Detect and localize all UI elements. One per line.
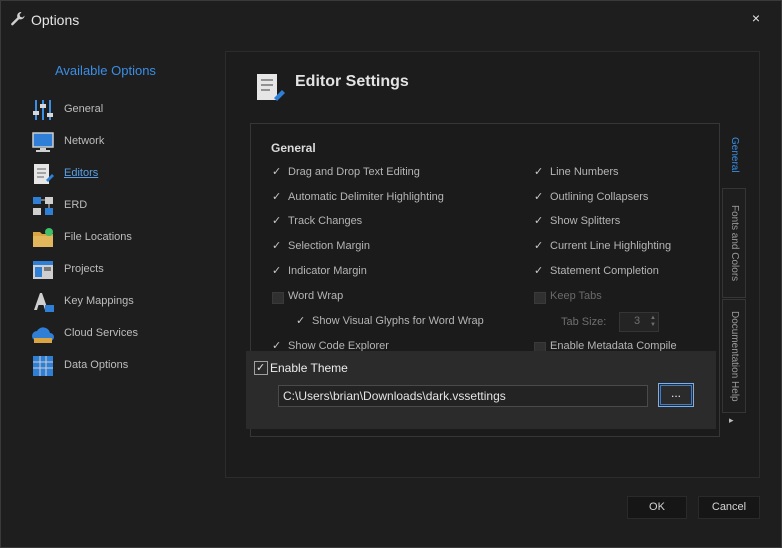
option-label: Track Changes xyxy=(288,215,363,227)
sidebar-item-label: File Locations xyxy=(64,231,132,243)
tab-general[interactable]: General xyxy=(722,123,746,187)
sidebar-item-label: Network xyxy=(64,135,105,147)
tab-scroll-arrow-icon[interactable]: ▸ xyxy=(729,415,734,426)
sidebar-item-label: Projects xyxy=(64,263,104,275)
check-icon: ✓ xyxy=(534,166,544,178)
group-title: General xyxy=(271,141,316,155)
document-icon xyxy=(34,164,54,184)
sidebar-item-projects[interactable]: Projects xyxy=(31,256,201,284)
spin-up-icon[interactable]: ▲ xyxy=(650,315,656,321)
title-bar: Options × xyxy=(1,1,781,39)
option-label: Show Splitters xyxy=(550,215,621,227)
sidebar-item-editors[interactable]: Editors xyxy=(31,160,201,188)
editor-settings-icon xyxy=(257,74,285,101)
check-icon: ✓ xyxy=(272,166,282,178)
projects-icon xyxy=(33,261,53,279)
ok-button[interactable]: OK xyxy=(627,496,687,519)
theme-panel: ✓ Enable Theme C:\Users\brian\Downloads\… xyxy=(246,351,716,429)
window-title: Options xyxy=(31,12,80,28)
check-icon: ✓ xyxy=(296,315,306,327)
check-icon: ✓ xyxy=(272,265,282,277)
option-label: Word Wrap xyxy=(288,290,344,302)
check-icon: ✓ xyxy=(272,215,282,227)
sidebar-item-file-locations[interactable]: File Locations xyxy=(31,224,201,252)
check-icon: ✓ xyxy=(534,265,544,277)
tab-fonts-and-colors[interactable]: Fonts and Colors xyxy=(722,188,746,298)
option-label: Show Visual Glyphs for Word Wrap xyxy=(312,315,484,327)
option-label: Line Numbers xyxy=(550,166,619,178)
wrench-icon xyxy=(11,12,25,26)
option-label: Indicator Margin xyxy=(288,265,367,277)
sidebar-item-key-mappings[interactable]: Key Mappings xyxy=(31,288,201,316)
option-label: Automatic Delimiter Highlighting xyxy=(288,191,444,203)
monitor-icon xyxy=(32,132,54,152)
tab-label: General xyxy=(729,137,740,173)
option-label: Outlining Collapsers xyxy=(550,191,649,203)
theme-path-field[interactable]: C:\Users\brian\Downloads\dark.vssettings xyxy=(278,385,648,407)
tab-documentation-help[interactable]: Documentation Help xyxy=(722,299,746,413)
sidebar-item-label: Cloud Services xyxy=(64,327,138,339)
check-icon: ✓ xyxy=(256,362,266,374)
checkbox-unchecked xyxy=(272,292,284,304)
grid-icon xyxy=(33,356,53,376)
sidebar-item-network[interactable]: Network xyxy=(31,128,201,156)
sidebar-item-general[interactable]: General xyxy=(31,96,201,124)
folder-icon xyxy=(33,228,53,247)
sidebar-item-cloud-services[interactable]: Cloud Services xyxy=(31,320,201,348)
option-label: Current Line Highlighting xyxy=(550,240,672,252)
check-icon: ✓ xyxy=(272,240,282,252)
option-label: Selection Margin xyxy=(288,240,370,252)
sidebar-item-label: Editors xyxy=(64,167,99,179)
spin-down-icon[interactable]: ▼ xyxy=(650,322,656,328)
sidebar-item-label: ERD xyxy=(64,199,88,211)
cloud-icon xyxy=(32,327,54,343)
theme-path-value: C:\Users\brian\Downloads\dark.vssettings xyxy=(283,389,506,403)
tab-size-stepper[interactable]: 3 ▲ ▼ xyxy=(619,312,659,332)
check-icon: ✓ xyxy=(272,191,282,203)
options-dialog: Options × Available Options General Netw… xyxy=(0,0,782,548)
option-label: Statement Completion xyxy=(550,265,659,277)
enable-theme-checkbox[interactable]: ✓ xyxy=(254,361,268,375)
tab-size-label: Tab Size: xyxy=(561,316,607,328)
sidebar-item-label: Data Options xyxy=(64,359,129,371)
options-sidebar: Available Options General Network Editor… xyxy=(17,51,207,471)
keyboard-icon xyxy=(34,293,54,312)
close-icon[interactable]: × xyxy=(749,11,763,25)
cancel-button[interactable]: Cancel xyxy=(698,496,760,519)
tab-label: Documentation Help xyxy=(729,310,740,402)
enable-theme-label: Enable Theme xyxy=(270,361,348,375)
tab-label: Fonts and Colors xyxy=(729,204,740,282)
sidebar-title: Available Options xyxy=(55,63,156,78)
sliders-icon xyxy=(33,100,53,120)
option-label: Drag and Drop Text Editing xyxy=(288,166,420,178)
browse-label: ... xyxy=(660,385,692,405)
sidebar-item-data-options[interactable]: Data Options xyxy=(31,352,201,380)
check-icon: ✓ xyxy=(534,215,544,227)
page-title: Editor Settings xyxy=(295,73,409,90)
option-label: Keep Tabs xyxy=(550,290,602,302)
check-icon: ✓ xyxy=(534,191,544,203)
sidebar-item-label: Key Mappings xyxy=(64,295,134,307)
checkbox-unchecked xyxy=(534,292,546,304)
tab-size-value: 3 xyxy=(634,315,641,327)
browse-button[interactable]: ... xyxy=(658,383,694,407)
check-icon: ✓ xyxy=(534,240,544,252)
sidebar-item-erd[interactable]: ERD xyxy=(31,192,201,220)
sidebar-item-label: General xyxy=(64,103,104,115)
erd-icon xyxy=(33,197,53,215)
